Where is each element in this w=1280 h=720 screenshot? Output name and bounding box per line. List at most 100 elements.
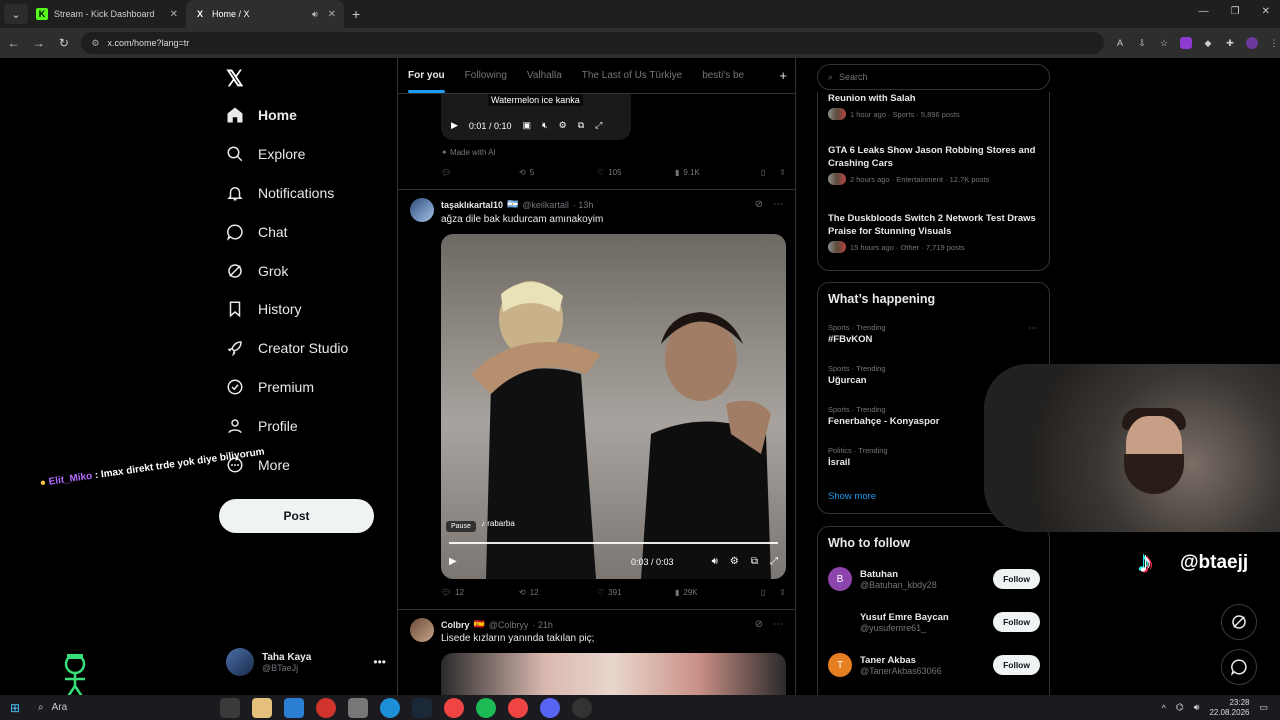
add-tab-icon[interactable]: + [779, 68, 787, 83]
forward-icon[interactable]: → [27, 36, 50, 50]
tweet-media[interactable] [441, 653, 786, 695]
puzzle-icon[interactable]: ✚ [1224, 37, 1236, 49]
fullscreen-icon[interactable]: ⤢ [770, 556, 778, 567]
close-tab-icon[interactable]: ✕ [170, 9, 178, 20]
more-icon[interactable]: ⋯ [773, 619, 783, 630]
tab-bestis[interactable]: besti's be [702, 70, 744, 81]
opera-icon[interactable] [316, 697, 336, 718]
author-handle[interactable]: @keilkartall [522, 200, 569, 210]
close-tab-icon[interactable]: ✕ [328, 9, 336, 20]
windows-start-icon[interactable]: ⊞ [0, 701, 30, 715]
share-icon[interactable]: ⇪ [779, 168, 786, 177]
obs-icon[interactable] [572, 697, 592, 718]
install-icon[interactable]: ⇩ [1136, 37, 1148, 49]
notifications-icon[interactable]: ▭ [1259, 702, 1268, 713]
page-scrollbar[interactable] [1270, 58, 1280, 695]
sidebar-item-premium[interactable]: Premium [218, 368, 348, 407]
new-tab-button[interactable]: + [352, 6, 360, 22]
sidebar-item-home[interactable]: Home [218, 96, 348, 135]
reply-button[interactable]: 💬︎ [441, 168, 519, 177]
sidebar-item-chat[interactable]: Chat [218, 212, 348, 251]
site-info-icon[interactable]: ⚙ [91, 38, 99, 49]
tweet-age[interactable]: · 13h [573, 200, 594, 210]
grok-icon[interactable]: ⊘ [755, 619, 763, 630]
play-icon[interactable]: ▶ [451, 120, 458, 131]
chrome-icon[interactable] [444, 697, 464, 718]
video-player[interactable]: Pause ♪ rabarba ▶ 0:03 / 0:03 🔊︎ ⚙ ⧉ ⤢ [441, 234, 786, 579]
edge-icon[interactable] [380, 697, 400, 718]
tab-for-you[interactable]: For you [408, 70, 445, 93]
more-icon[interactable]: ••• [373, 655, 386, 669]
more-icon[interactable]: ⋯ [773, 199, 783, 210]
news-item[interactable]: Reunion with Salah 1 hour ago · Sports ·… [828, 92, 1038, 120]
volume-icon[interactable]: 🔊︎ [1194, 702, 1200, 713]
sidebar-item-history[interactable]: History [218, 290, 348, 329]
news-item[interactable]: GTA 6 Leaks Show Jason Robbing Stores an… [828, 144, 1038, 185]
fullscreen-icon[interactable]: ⤢ [595, 120, 602, 131]
task-view-icon[interactable] [220, 697, 240, 718]
discord-icon[interactable] [540, 697, 560, 718]
url-bar[interactable]: ⚙ x.com/home?lang=tr [81, 32, 1104, 54]
follow-suggestion[interactable]: Yusuf Emre Baycan @yusufemre61_ Follow [828, 610, 1040, 634]
browser-tab-kick[interactable]: K Stream - Kick Dashboard ✕ [28, 0, 186, 28]
follow-button[interactable]: Follow [993, 569, 1040, 589]
kebab-menu-icon[interactable]: ⋮ [1268, 37, 1280, 49]
translate-icon[interactable]: A [1114, 37, 1126, 49]
sidebar-item-notifications[interactable]: Notifications [218, 174, 348, 213]
avatar[interactable] [410, 618, 434, 642]
follow-button[interactable]: Follow [993, 655, 1040, 675]
spotify-icon[interactable] [476, 697, 496, 718]
views-button[interactable]: ▮ 29K [675, 588, 753, 597]
video-progress-bar[interactable] [449, 542, 778, 544]
speaker-icon[interactable]: 🔊︎ [312, 9, 318, 20]
like-button[interactable]: ♡ 391 [597, 588, 675, 597]
sidebar-item-grok[interactable]: Grok [218, 251, 348, 290]
close-window-icon[interactable]: ✕ [1262, 6, 1270, 17]
trend-item[interactable]: Sports · Trending #FBvKON ⋯ [828, 323, 1038, 345]
pip-icon[interactable]: ⧉ [578, 120, 584, 131]
share-icon[interactable]: ⇪ [779, 588, 786, 597]
copilot-icon[interactable] [252, 697, 272, 718]
follow-suggestion[interactable]: T Taner Akbas @TanerAkbas63066 Follow [828, 653, 1040, 677]
show-more-link[interactable]: Show more [828, 491, 876, 502]
tab-valhalla[interactable]: Valhalla [527, 70, 562, 81]
captions-icon[interactable]: ▣ [522, 120, 531, 131]
previous-video-player[interactable]: Watermelon ice kanka ▶ 0:01 / 0:10 ▣ 🔇︎ … [441, 94, 631, 140]
repost-button[interactable]: ⟲ 12 [519, 588, 597, 597]
sidebar-item-profile[interactable]: Profile [218, 406, 348, 445]
repost-button[interactable]: ⟲ 5 [519, 168, 597, 177]
restore-icon[interactable]: ❐ [1231, 6, 1240, 17]
mute-icon[interactable]: 🔇︎ [542, 120, 548, 131]
post-button[interactable]: Post [219, 499, 374, 533]
bookmark-icon[interactable]: ▯ [761, 168, 765, 177]
clock[interactable]: 23:28 22.08.2026 [1209, 698, 1249, 718]
tab-search-button[interactable]: ⌄ [4, 4, 28, 24]
tweet-age[interactable]: · 21h [532, 620, 553, 630]
scrollbar-thumb[interactable] [1272, 68, 1278, 568]
tab-tlou-turkiye[interactable]: The Last of Us Türkiye [582, 70, 682, 81]
steam-icon[interactable] [412, 697, 432, 718]
taskbar-search[interactable]: ⌕ Ara [38, 702, 218, 713]
reload-icon[interactable]: ↻ [52, 36, 75, 50]
extension-icon[interactable] [1179, 37, 1192, 49]
author-name[interactable]: taşaklıkartal10 [441, 200, 503, 210]
settings-icon[interactable]: ⚙ [559, 120, 567, 131]
app-icon[interactable] [348, 697, 368, 718]
reply-button[interactable]: 💬︎ 12 [441, 588, 519, 597]
views-button[interactable]: ▮ 9.1K [675, 168, 753, 177]
like-button[interactable]: ♡ 105 [597, 168, 675, 177]
grok-icon[interactable]: ⊘ [755, 199, 763, 210]
back-icon[interactable]: ← [2, 36, 25, 50]
avatar[interactable] [410, 198, 434, 222]
search-input[interactable]: ⌕ Search [817, 64, 1050, 90]
bookmark-icon[interactable]: ▯ [761, 588, 765, 597]
grok-fab-button[interactable] [1221, 604, 1257, 640]
star-icon[interactable]: ☆ [1158, 37, 1170, 49]
more-icon[interactable]: ⋯ [1028, 323, 1038, 334]
messages-fab-button[interactable] [1221, 649, 1257, 685]
volume-icon[interactable]: 🔊︎ [712, 556, 718, 567]
chevron-up-icon[interactable]: ^ [1162, 703, 1166, 713]
sidebar-item-creator-studio[interactable]: Creator Studio [218, 329, 348, 368]
mail-icon[interactable] [284, 697, 304, 718]
tab-following[interactable]: Following [465, 70, 507, 81]
